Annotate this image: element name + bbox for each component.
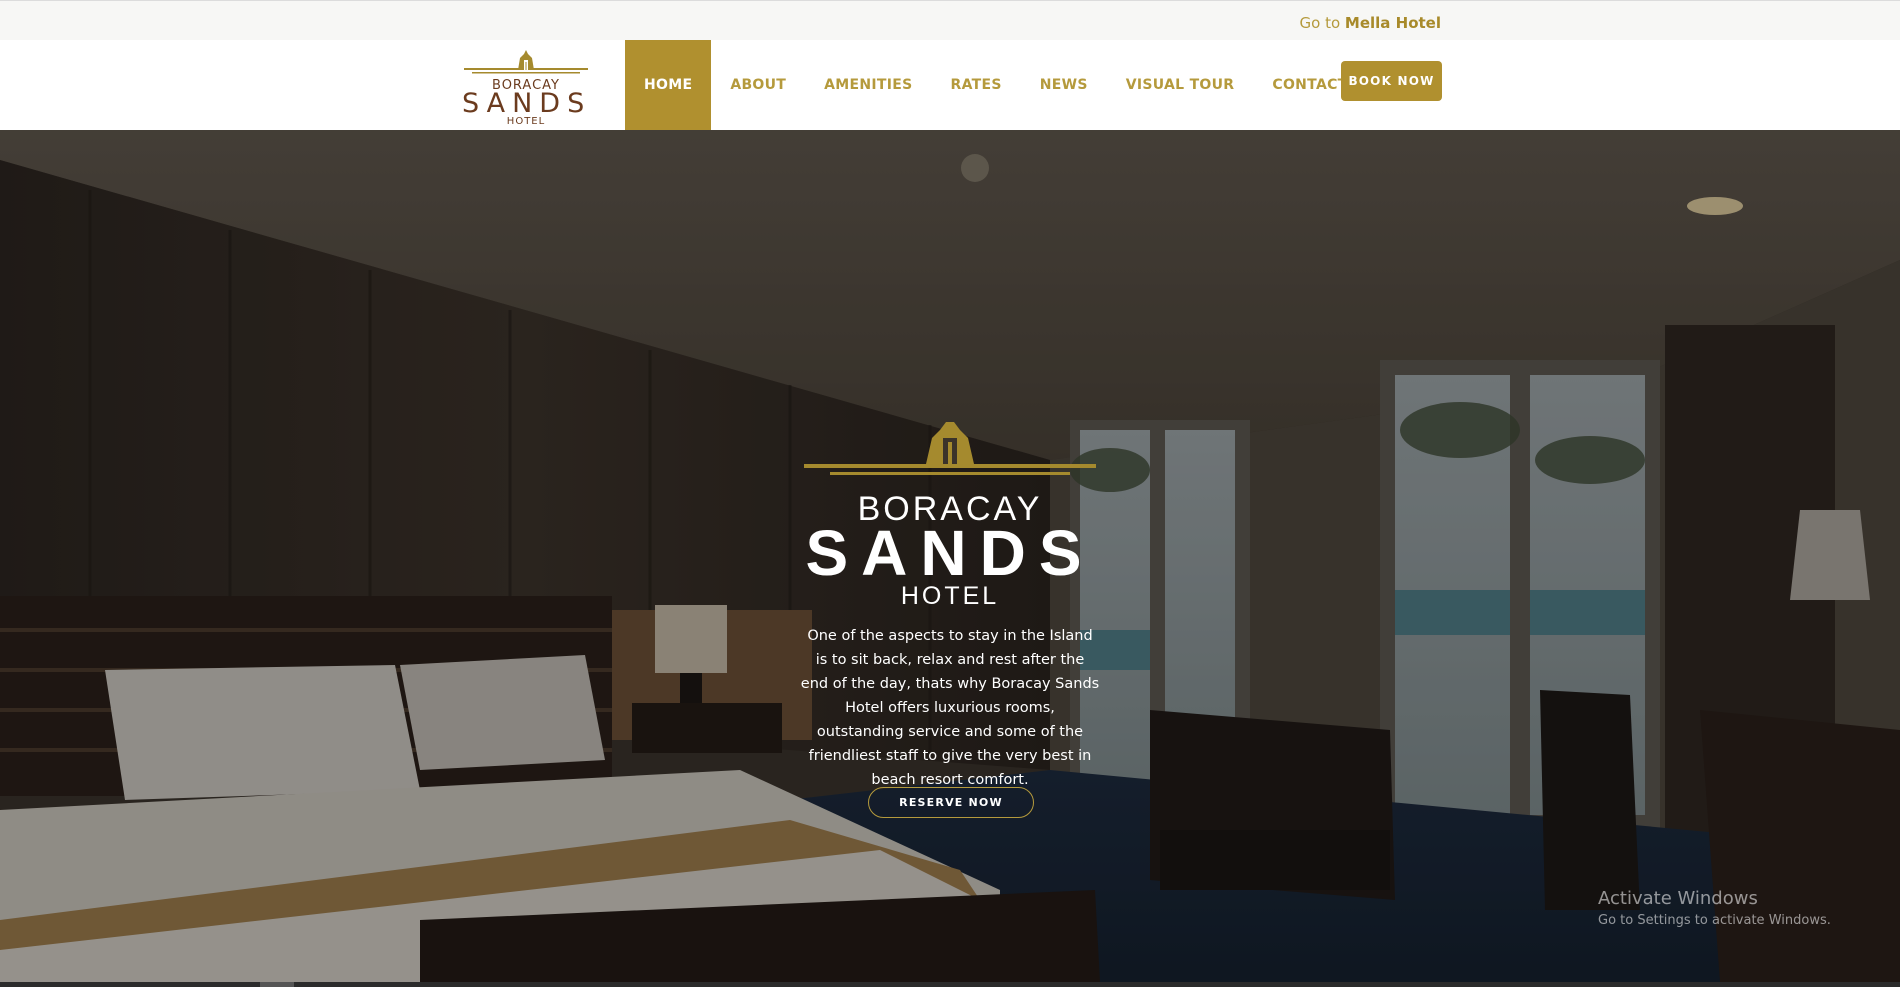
logo-line-hotel: HOTEL (506, 116, 546, 127)
hero-logo-hotel: HOTEL (900, 582, 1000, 610)
horizontal-scrollbar[interactable] (0, 982, 1900, 987)
nav-news[interactable]: NEWS (1021, 40, 1107, 130)
hero-logo-sands: SANDS (805, 517, 1095, 589)
site-header: BORACAY SANDS HOTEL HOME ABOUT AMENITIES… (0, 40, 1900, 130)
site-logo[interactable]: BORACAY SANDS HOTEL (462, 48, 592, 127)
hero-banner: BORACAY SANDS HOTEL One of the aspects t… (0, 130, 1900, 982)
main-nav: HOME ABOUT AMENITIES RATES NEWS VISUAL T… (625, 40, 1367, 130)
mella-link-text[interactable]: Mella Hotel (1345, 14, 1441, 32)
book-now-button[interactable]: BOOK NOW (1341, 61, 1442, 101)
activate-windows-watermark: Activate Windows Go to Settings to activ… (1598, 888, 1831, 928)
activate-windows-title: Activate Windows (1598, 888, 1758, 909)
nav-home[interactable]: HOME (625, 40, 712, 130)
top-bar: Go to Mella Hotel (0, 0, 1900, 40)
hero-tagline: One of the aspects to stay in the Island… (800, 628, 1100, 788)
nav-about[interactable]: ABOUT (711, 40, 805, 130)
nav-visual-tour[interactable]: VISUAL TOUR (1107, 40, 1254, 130)
reserve-now-button[interactable]: RESERVE NOW (868, 787, 1034, 818)
hero-logo-emblem-icon (804, 422, 1096, 475)
hero-logo: BORACAY SANDS HOTEL (800, 420, 1100, 610)
logo-line-sands: SANDS (462, 88, 592, 119)
mella-hotel-link[interactable]: Go to Mella Hotel (1300, 14, 1442, 32)
scrollbar-thumb[interactable] (260, 982, 294, 987)
nav-amenities[interactable]: AMENITIES (805, 40, 931, 130)
activate-windows-subtitle: Go to Settings to activate Windows. (1598, 913, 1831, 928)
logo-emblem-icon (464, 50, 588, 74)
mella-prefix: Go to (1299, 14, 1341, 32)
nav-rates[interactable]: RATES (932, 40, 1021, 130)
